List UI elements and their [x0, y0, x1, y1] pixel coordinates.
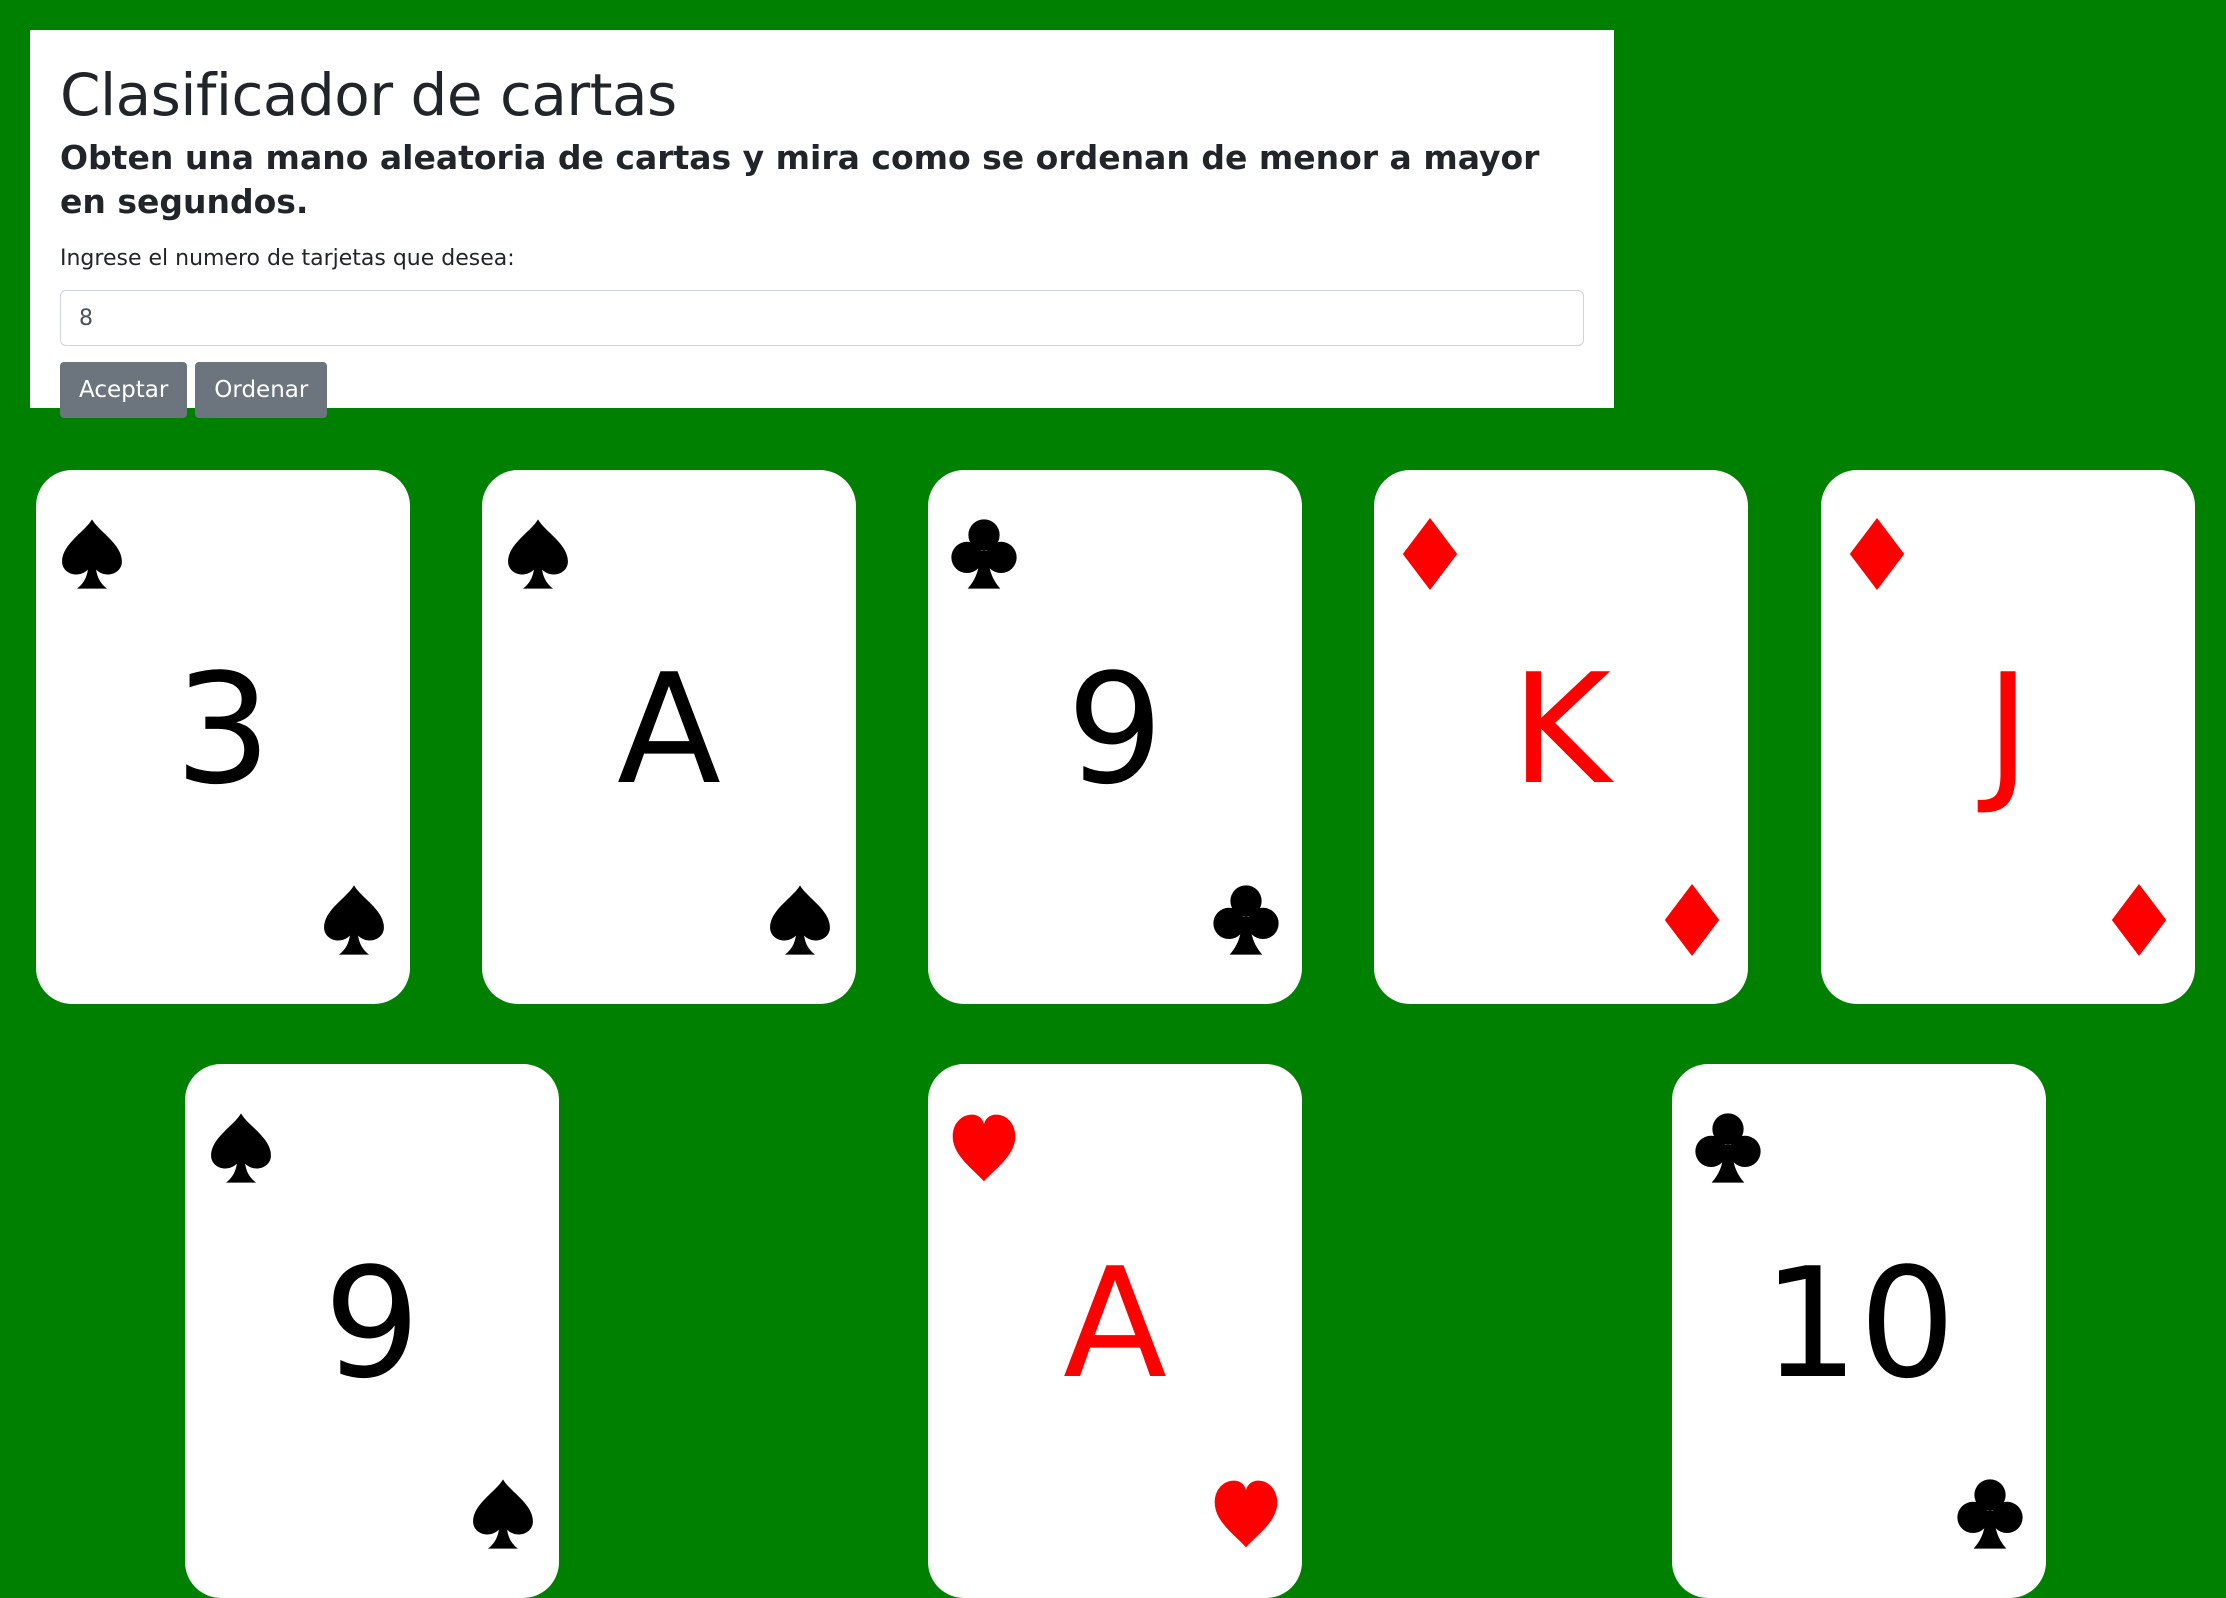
top-diamond-icon [1849, 517, 1905, 591]
card-sorter-panel: Clasificador de cartas Obten una mano al… [30, 30, 1614, 418]
bottom-spade-icon [770, 885, 830, 955]
bottom-club-icon [1957, 1479, 2023, 1549]
top-club-icon [1695, 1113, 1761, 1183]
card-count-input[interactable] [60, 290, 1584, 346]
page-subtitle: Obten una mano aleatoria de cartas y mir… [60, 138, 1540, 221]
playing-card: 3 [36, 470, 410, 1004]
card-rank: A [1063, 1235, 1167, 1412]
accept-button[interactable]: Aceptar [60, 362, 188, 418]
playing-card: 9 [185, 1064, 559, 1598]
top-spade-icon [62, 519, 122, 589]
page-title: Clasificador de cartas [60, 61, 677, 129]
bottom-diamond-icon [1664, 883, 1720, 957]
action-buttons: Aceptar Ordenar [60, 362, 1584, 418]
bottom-spade-icon [473, 1479, 533, 1549]
card-rank: K [1511, 641, 1611, 818]
card-rank: 9 [323, 1235, 421, 1412]
card-rank: 9 [1066, 641, 1164, 818]
bottom-spade-icon [324, 885, 384, 955]
card-rank: A [617, 641, 721, 818]
card-rank: 10 [1762, 1235, 1956, 1412]
bottom-heart-icon [1214, 1480, 1278, 1548]
playing-card: K [1374, 470, 1748, 1004]
sort-button[interactable]: Ordenar [195, 362, 328, 418]
card-rank: 3 [174, 641, 272, 818]
top-spade-icon [211, 1113, 271, 1183]
card-rank: J [1985, 641, 2031, 818]
top-spade-icon [508, 519, 568, 589]
bottom-club-icon [1213, 885, 1279, 955]
playing-card: 9 [928, 470, 1302, 1004]
top-diamond-icon [1402, 517, 1458, 591]
top-heart-icon [952, 1114, 1016, 1182]
playing-card: J [1821, 470, 2195, 1004]
top-club-icon [951, 519, 1017, 589]
playing-card: A [928, 1064, 1302, 1598]
bottom-diamond-icon [2111, 883, 2167, 957]
playing-card: 10 [1672, 1064, 2046, 1598]
card-count-label: Ingrese el numero de tarjetas que desea: [60, 246, 515, 271]
playing-card: A [482, 470, 856, 1004]
